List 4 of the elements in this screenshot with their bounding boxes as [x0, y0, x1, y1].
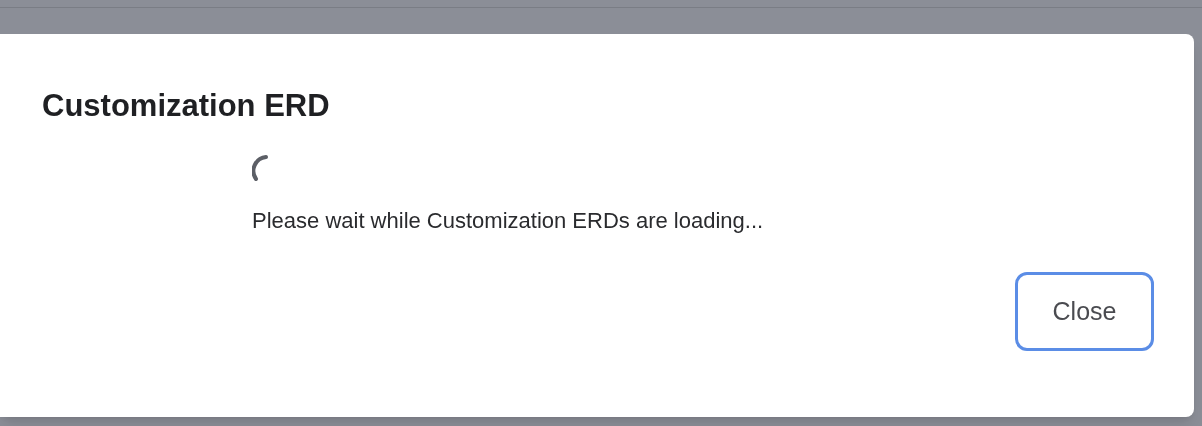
dialog-title: Customization ERD: [42, 87, 331, 125]
loading-spinner-icon: [252, 154, 268, 184]
loading-message: Please wait while Customization ERDs are loading...: [252, 207, 765, 235]
close-button[interactable]: Close: [1015, 272, 1154, 351]
